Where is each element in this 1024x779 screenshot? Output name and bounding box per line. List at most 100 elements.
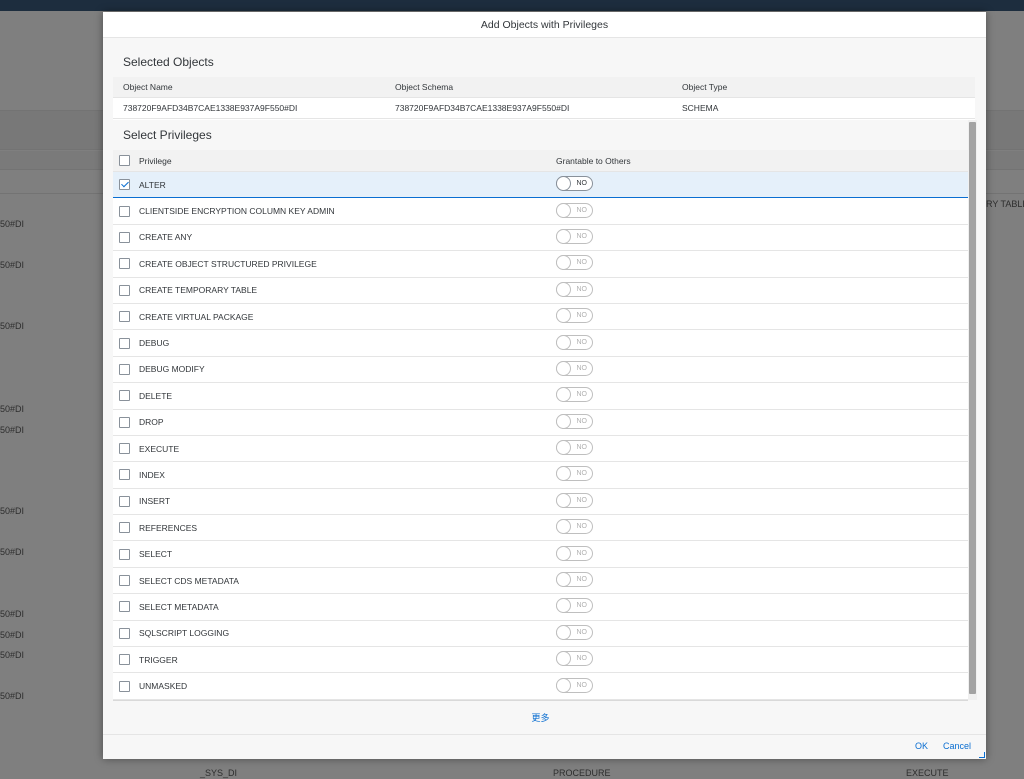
- privilege-row[interactable]: UNMASKED NO: [113, 673, 968, 700]
- background-cell: 50#DI: [0, 691, 25, 701]
- switch-knob: [556, 334, 571, 350]
- grantable-switch[interactable]: NO: [556, 572, 593, 588]
- switch-label: NO: [576, 417, 588, 425]
- privilege-row[interactable]: CREATE TEMPORARY TABLE NO: [113, 277, 968, 304]
- switch-label: NO: [576, 232, 588, 240]
- switch-label: NO: [576, 628, 588, 636]
- grantable-switch[interactable]: NO: [556, 281, 593, 297]
- privilege-checkbox[interactable]: [119, 522, 130, 534]
- privilege-row[interactable]: CREATE ANY NO: [113, 224, 968, 252]
- privilege-label: CREATE VIRTUAL PACKAGE: [139, 311, 254, 322]
- grantable-switch[interactable]: NO: [556, 651, 593, 667]
- privilege-checkbox[interactable]: [119, 390, 130, 402]
- switch-label: NO: [576, 681, 588, 689]
- privilege-row[interactable]: TRIGGER NO: [113, 647, 968, 674]
- select-privileges-title: Select Privileges: [113, 120, 968, 150]
- background-column-label: RY TABLE: [986, 199, 1024, 209]
- privilege-row[interactable]: SELECT CDS METADATA NO: [113, 567, 968, 595]
- switch-label: NO: [576, 206, 588, 214]
- privilege-checkbox[interactable]: [119, 601, 130, 613]
- privilege-checkbox[interactable]: [119, 416, 130, 428]
- privilege-checkbox[interactable]: [119, 627, 130, 639]
- privilege-row[interactable]: CREATE OBJECT STRUCTURED PRIVILEGE NO: [113, 251, 968, 278]
- switch-label: NO: [576, 549, 588, 557]
- privilege-checkbox[interactable]: [119, 495, 130, 507]
- privilege-row[interactable]: SELECT NO: [113, 541, 968, 568]
- privilege-checkbox[interactable]: [119, 654, 130, 666]
- grantable-switch[interactable]: NO: [556, 413, 593, 429]
- grantable-switch[interactable]: NO: [556, 308, 593, 324]
- privilege-row[interactable]: INSERT NO: [113, 488, 968, 516]
- privilege-checkbox[interactable]: [119, 311, 130, 323]
- grantable-switch[interactable]: NO: [556, 598, 593, 614]
- privilege-checkbox[interactable]: [119, 548, 130, 560]
- background-cell: 50#DI: [0, 260, 25, 270]
- grantable-switch[interactable]: NO: [556, 255, 593, 271]
- switch-knob: [556, 413, 571, 429]
- privilege-row[interactable]: EXECUTE NO: [113, 435, 968, 463]
- grantable-switch[interactable]: NO: [556, 228, 593, 244]
- grantable-switch[interactable]: NO: [556, 334, 593, 350]
- privilege-row[interactable]: DELETE NO: [113, 383, 968, 410]
- privileges-scrollbar[interactable]: [968, 120, 977, 700]
- background-cell: 50#DI: [0, 321, 25, 331]
- privilege-row[interactable]: DEBUG NO: [113, 330, 968, 357]
- privilege-checkbox[interactable]: [119, 469, 130, 481]
- privilege-checkbox[interactable]: [119, 205, 130, 217]
- grantable-switch[interactable]: NO: [556, 387, 593, 403]
- grantable-switch[interactable]: NO: [556, 176, 593, 192]
- privilege-row[interactable]: CREATE VIRTUAL PACKAGE NO: [113, 303, 968, 331]
- ok-button[interactable]: OK: [915, 741, 928, 751]
- privilege-checkbox[interactable]: [119, 179, 130, 191]
- privilege-row[interactable]: DEBUG MODIFY NO: [113, 356, 968, 384]
- more-button[interactable]: 更多: [113, 700, 968, 734]
- switch-label: NO: [576, 523, 588, 531]
- grantable-switch[interactable]: NO: [556, 492, 593, 508]
- privilege-row[interactable]: INDEX NO: [113, 462, 968, 489]
- privilege-label: DEBUG: [139, 338, 170, 349]
- switch-label: NO: [576, 285, 588, 293]
- grantable-switch[interactable]: NO: [556, 202, 593, 218]
- background-cell: 50#DI: [0, 630, 25, 640]
- switch-knob: [556, 228, 571, 244]
- grantable-switch[interactable]: NO: [556, 440, 593, 456]
- privilege-row[interactable]: SQLSCRIPT LOGGING NO: [113, 620, 968, 648]
- switch-label: NO: [576, 391, 588, 399]
- switch-label: NO: [576, 180, 588, 188]
- switch-label: NO: [576, 312, 588, 320]
- grantable-switch[interactable]: NO: [556, 466, 593, 482]
- selected-objects-panel: Selected Objects Object Name Object Sche…: [113, 47, 975, 120]
- privilege-label: REFERENCES: [139, 522, 198, 533]
- column-grantable: Grantable to Others: [556, 155, 631, 166]
- switch-knob: [556, 387, 571, 403]
- privileges-header: Privilege Grantable to Others: [113, 150, 968, 172]
- privilege-row[interactable]: CLIENTSIDE ENCRYPTION COLUMN KEY ADMIN NO: [113, 198, 968, 225]
- privilege-checkbox[interactable]: [119, 258, 130, 270]
- privileges-list: ALTER NO CLIENTSIDE ENCRYPTION COLUMN KEY …: [113, 172, 968, 700]
- privilege-checkbox[interactable]: [119, 443, 130, 455]
- grantable-switch[interactable]: NO: [556, 519, 593, 535]
- privilege-checkbox[interactable]: [119, 284, 130, 296]
- grantable-switch[interactable]: NO: [556, 677, 593, 693]
- grantable-switch[interactable]: NO: [556, 624, 593, 640]
- grantable-switch[interactable]: NO: [556, 545, 593, 561]
- privilege-checkbox[interactable]: [119, 231, 130, 243]
- cancel-button[interactable]: Cancel: [943, 741, 971, 751]
- privilege-checkbox[interactable]: [119, 680, 130, 692]
- privilege-row[interactable]: REFERENCES NO: [113, 515, 968, 542]
- privilege-label: CREATE OBJECT STRUCTURED PRIVILEGE: [139, 258, 317, 269]
- privilege-label: ALTER: [139, 179, 166, 190]
- privilege-checkbox[interactable]: [119, 363, 130, 375]
- scrollbar-thumb[interactable]: [969, 122, 976, 694]
- privilege-row[interactable]: SELECT METADATA NO: [113, 594, 968, 621]
- grantable-switch[interactable]: NO: [556, 360, 593, 376]
- privilege-row[interactable]: ALTER NO: [113, 172, 968, 199]
- privilege-checkbox[interactable]: [119, 575, 130, 587]
- privilege-checkbox[interactable]: [119, 337, 130, 349]
- switch-knob: [556, 492, 571, 508]
- selected-objects-header: Object Name Object Schema Object Type: [113, 77, 975, 98]
- resize-handle[interactable]: [979, 752, 985, 758]
- switch-knob: [556, 545, 571, 561]
- privilege-row[interactable]: DROP NO: [113, 409, 968, 436]
- select-all-checkbox[interactable]: [119, 155, 130, 166]
